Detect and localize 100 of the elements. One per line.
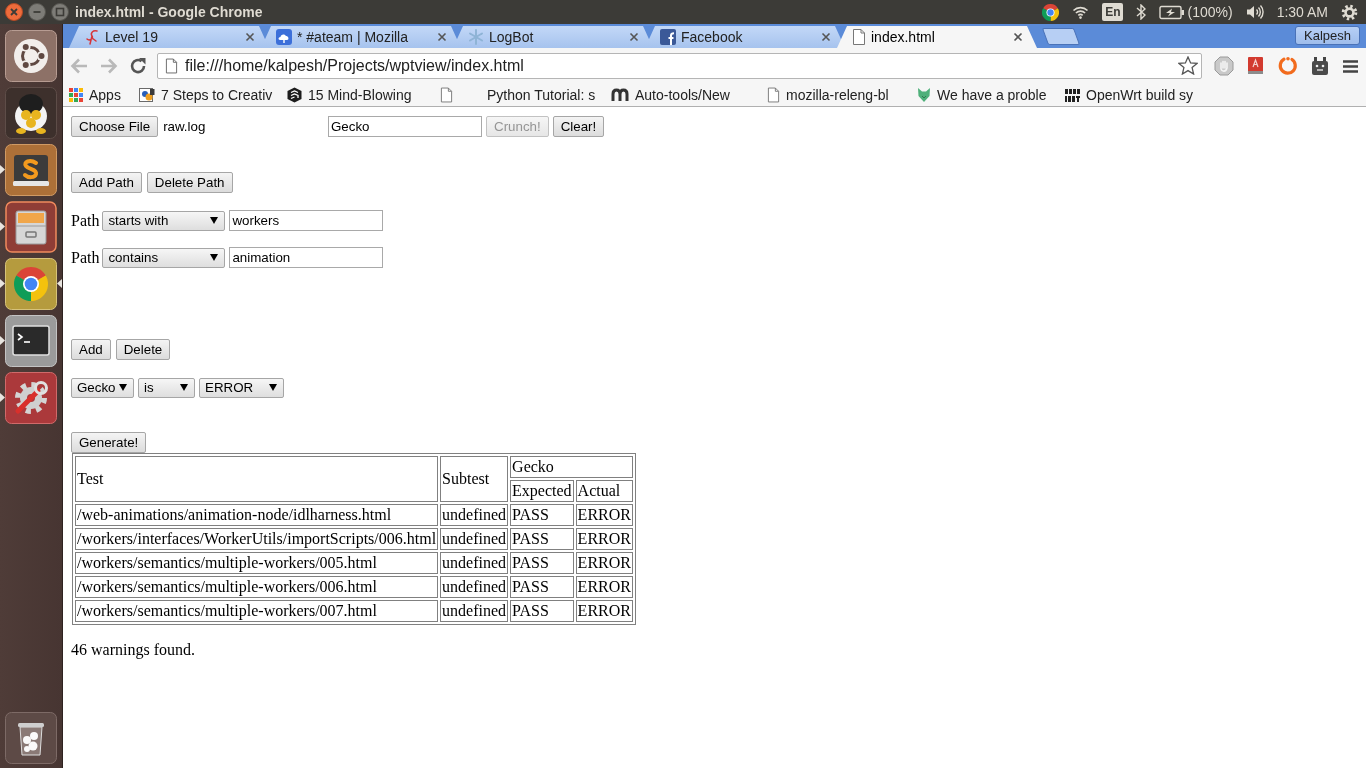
octagon-hand-icon[interactable] bbox=[1214, 56, 1234, 76]
table-cell: undefined bbox=[440, 576, 509, 598]
trash-icon[interactable] bbox=[5, 712, 57, 764]
path-button[interactable]: Delete Path bbox=[146, 172, 233, 193]
picture-icon bbox=[139, 87, 155, 103]
bookmark-item[interactable]: 7 Steps to Creativ bbox=[139, 87, 273, 103]
table-cell: undefined bbox=[440, 600, 509, 622]
close-icon[interactable] bbox=[821, 32, 831, 42]
page-icon bbox=[440, 87, 453, 103]
bookmark-star-icon[interactable] bbox=[1178, 56, 1198, 75]
caret-icon bbox=[210, 254, 219, 261]
bookmark-item[interactable]: Auto-tools/New bbox=[611, 87, 753, 103]
filter-label: Path bbox=[71, 248, 100, 267]
gear-wrench-icon[interactable] bbox=[5, 372, 57, 424]
table-cell: PASS bbox=[510, 552, 574, 574]
window-maximize-icon[interactable] bbox=[51, 3, 69, 21]
table-cell: /workers/interfaces/WorkerUtils/importScripts/006.html bbox=[75, 528, 439, 550]
dropdown[interactable]: ERROR bbox=[199, 377, 284, 398]
ring-icon[interactable] bbox=[1278, 56, 1298, 76]
bookmark-item[interactable]: We have a proble bbox=[917, 87, 1051, 103]
ring-logo-icon[interactable] bbox=[5, 30, 57, 82]
plug-icon[interactable] bbox=[1311, 56, 1329, 76]
close-icon[interactable] bbox=[1013, 32, 1023, 42]
gear-icon[interactable] bbox=[1341, 3, 1358, 21]
s-curve-icon[interactable] bbox=[5, 144, 57, 196]
clock-text[interactable]: 1:30 AM bbox=[1276, 4, 1328, 20]
dropdown[interactable]: Gecko bbox=[71, 377, 134, 398]
input-field[interactable]: animation bbox=[229, 247, 384, 268]
page-icon bbox=[767, 87, 780, 103]
animal-head-icon bbox=[917, 87, 931, 103]
table-cell: ERROR bbox=[575, 600, 633, 622]
profile-button[interactable]: Kalpesh bbox=[1295, 26, 1360, 45]
page-icon bbox=[165, 58, 178, 74]
browser-tab[interactable]: index.html bbox=[837, 26, 1037, 48]
close-icon[interactable] bbox=[245, 32, 255, 42]
bookmark-item[interactable]: OpenWrt build sy bbox=[1065, 87, 1205, 103]
menu-icon[interactable] bbox=[1342, 58, 1359, 74]
reload-icon[interactable] bbox=[129, 57, 147, 75]
grid-icon bbox=[69, 88, 83, 102]
caret-icon bbox=[180, 384, 188, 391]
table-cell: ERROR bbox=[575, 504, 633, 526]
table-cell: PASS bbox=[510, 576, 574, 598]
dropdown[interactable]: starts with bbox=[102, 210, 226, 231]
f-logo-icon bbox=[660, 29, 676, 45]
window-close-icon[interactable] bbox=[5, 3, 23, 21]
caret-icon bbox=[269, 384, 277, 391]
file-name-text: raw.log bbox=[163, 119, 206, 134]
browser-logo-icon[interactable] bbox=[1042, 3, 1060, 21]
bluetooth-icon[interactable] bbox=[1136, 4, 1147, 20]
action-button[interactable]: Clear! bbox=[552, 116, 605, 137]
filter-button[interactable]: Delete bbox=[115, 339, 171, 360]
battery-percentage: (100%) bbox=[1187, 4, 1233, 20]
input-field[interactable]: workers bbox=[229, 210, 384, 231]
arches-logo-icon bbox=[611, 88, 629, 102]
volume-icon[interactable] bbox=[1245, 4, 1264, 20]
caret-icon bbox=[210, 217, 219, 224]
table-cell: /workers/semantics/multiple-workers/005.html bbox=[75, 552, 439, 574]
column-header: Actual bbox=[575, 480, 633, 502]
table-cell: /web-animations/animation-node/idlharness.html bbox=[75, 504, 439, 526]
bookmark-item[interactable]: 15 Mind-Blowing bbox=[287, 87, 426, 103]
caret-icon bbox=[119, 384, 127, 391]
dropdown[interactable]: contains bbox=[102, 247, 226, 268]
table-cell: /workers/semantics/multiple-workers/006.html bbox=[75, 576, 439, 598]
keyboard-layout-button[interactable]: En bbox=[1102, 3, 1124, 21]
close-icon[interactable] bbox=[437, 32, 447, 42]
table-cell: undefined bbox=[440, 552, 509, 574]
column-header: Subtest bbox=[440, 456, 509, 502]
column-header: Test bbox=[75, 456, 439, 502]
table-cell: ERROR bbox=[575, 552, 633, 574]
table-cell: ERROR bbox=[575, 528, 633, 550]
close-icon[interactable] bbox=[629, 32, 639, 42]
battery-icon[interactable] bbox=[1159, 4, 1186, 20]
file-cabinet-icon[interactable] bbox=[5, 201, 57, 253]
filter-button[interactable]: Add bbox=[71, 339, 111, 360]
column-header: Expected bbox=[510, 480, 574, 502]
choose-file-button[interactable]: Choose File bbox=[71, 116, 159, 137]
wifi-icon[interactable] bbox=[1072, 5, 1090, 19]
book-icon[interactable] bbox=[1247, 56, 1265, 76]
table-cell: ERROR bbox=[575, 576, 633, 598]
penguin-icon[interactable] bbox=[5, 87, 57, 139]
squiggle-icon bbox=[84, 29, 100, 45]
window-minimize-icon[interactable] bbox=[28, 3, 46, 21]
table-cell: undefined bbox=[440, 504, 509, 526]
column-group-header: Gecko bbox=[510, 456, 633, 478]
generate-button[interactable]: Generate! bbox=[71, 432, 147, 453]
path-button[interactable]: Add Path bbox=[71, 172, 142, 193]
asterisk-icon bbox=[468, 29, 484, 45]
window-title: index.html - Google Chrome bbox=[75, 4, 263, 20]
page-icon bbox=[852, 29, 866, 45]
dropdown[interactable]: is bbox=[138, 377, 195, 398]
cloud-icon bbox=[276, 29, 292, 45]
bookmark-item[interactable]: Apps bbox=[69, 87, 125, 103]
table-cell: PASS bbox=[510, 528, 574, 550]
address-bar[interactable]: file:///home/kalpesh/Projects/wptview/index.html bbox=[157, 53, 1202, 79]
table-cell: PASS bbox=[510, 504, 574, 526]
terminal-icon[interactable] bbox=[5, 315, 57, 367]
bookmark-item[interactable]: mozilla-releng-bl bbox=[767, 87, 903, 103]
filter-label: Path bbox=[71, 211, 100, 230]
input-field[interactable]: Gecko bbox=[328, 116, 482, 137]
bookmark-item[interactable]: Python Tutorial: s bbox=[440, 87, 597, 103]
